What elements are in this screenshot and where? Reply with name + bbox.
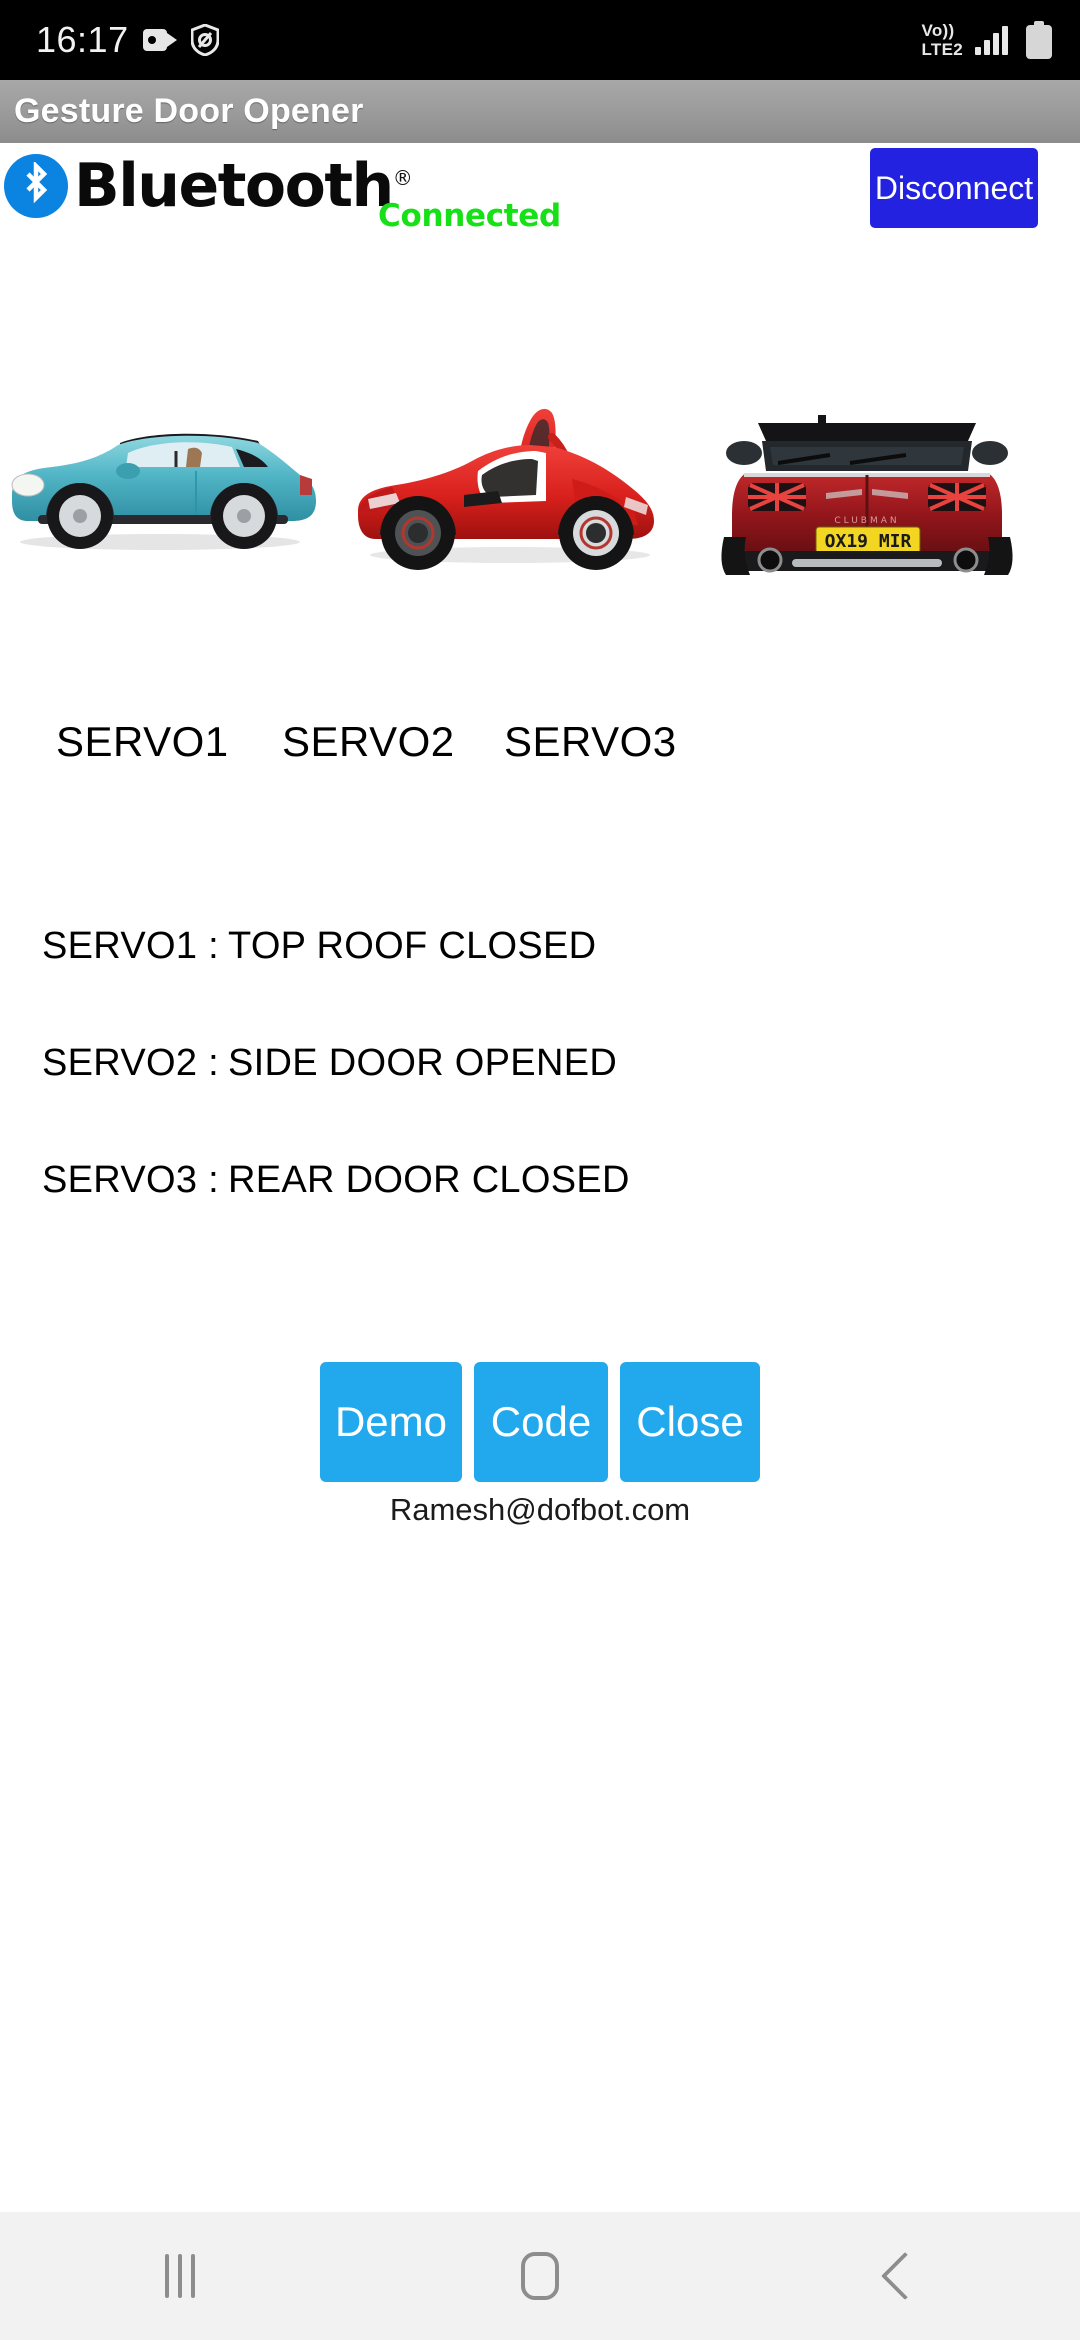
footer-email: Ramesh@dofbot.com [389,1492,691,1527]
disconnect-button[interactable]: Disconnect [870,148,1038,228]
servo-status-row-3: SERVO3 : REAR DOOR CLOSED [0,1159,1080,1276]
signal-bars-icon [975,25,1008,55]
servo-status-value-1: TOP ROOF CLOSED [228,925,597,967]
mini-convertible-side-view-image[interactable] [0,375,333,590]
servo-status-key-1: SERVO1 : [42,925,219,967]
screen-recorder-icon [142,27,177,53]
battery-icon [1026,21,1052,59]
svg-text:CLUBMAN: CLUBMAN [834,516,899,526]
svg-text:OX19 MIR: OX19 MIR [825,531,912,552]
sports-car-door-open-image[interactable] [340,375,673,590]
back-button[interactable] [810,2212,990,2340]
system-navigation-bar [0,2212,1080,2340]
phone-screen: 16:17 Vo)) LTE2 Gesture Door Opener Blue… [0,0,1080,2340]
do-not-disturb-icon [190,24,219,56]
servo-status-list: SERVO1 : TOP ROOF CLOSED SERVO2 : SIDE D… [0,925,1080,1276]
home-button[interactable] [450,2212,630,2340]
volte-label: Vo)) [921,21,955,40]
servo-status-key-3: SERVO3 : [42,1159,219,1201]
servo-status-key-2: SERVO2 : [42,1042,219,1084]
registered-mark: ® [392,165,413,190]
status-bar-left: 16:17 [36,19,219,61]
app-title-bar: Gesture Door Opener [0,80,1080,143]
close-button[interactable]: Close [620,1362,760,1482]
servo-label-3: SERVO3 [504,718,677,765]
mini-clubman-rear-view-image[interactable]: CLUBMAN OX19 MIR [700,375,1033,590]
servo-status-row-2: SERVO2 : SIDE DOOR OPENED [0,1042,1080,1159]
bluetooth-icon [4,154,68,218]
home-icon [521,2252,559,2300]
bluetooth-wordmark: Bluetooth® [74,156,413,216]
lte-label: LTE2 [921,40,963,59]
code-button[interactable]: Code [474,1362,608,1482]
bluetooth-wordmark-text: Bluetooth [74,150,394,221]
car-image-row: CLUBMAN OX19 MIR [0,375,1080,590]
bluetooth-logo: Bluetooth® [4,154,413,218]
demo-button[interactable]: Demo [320,1362,462,1482]
status-bar-clock: 16:17 [36,19,129,60]
volte-lte-icon: Vo)) LTE2 [921,22,963,58]
recents-icon [165,2254,195,2298]
status-bar-right: Vo)) LTE2 [921,21,1052,59]
back-icon [880,2251,930,2301]
servo-label-2: SERVO2 [282,718,455,765]
servo-status-value-2: SIDE DOOR OPENED [228,1042,618,1084]
action-button-row: Demo Code Close [0,1362,1080,1482]
bluetooth-header: Bluetooth® Connected Disconnect [0,148,1080,260]
servo-label-row: SERVO1 SERVO2 SERVO3 [0,718,1080,774]
servo-status-value-3: REAR DOOR CLOSED [228,1159,630,1201]
page-title: Gesture Door Opener [14,92,364,130]
servo-status-row-1: SERVO1 : TOP ROOF CLOSED [0,925,1080,1042]
recents-button[interactable] [90,2212,270,2340]
status-bar: 16:17 Vo)) LTE2 [0,0,1080,80]
servo-label-1: SERVO1 [56,718,229,765]
connection-status-badge: Connected [378,198,561,234]
